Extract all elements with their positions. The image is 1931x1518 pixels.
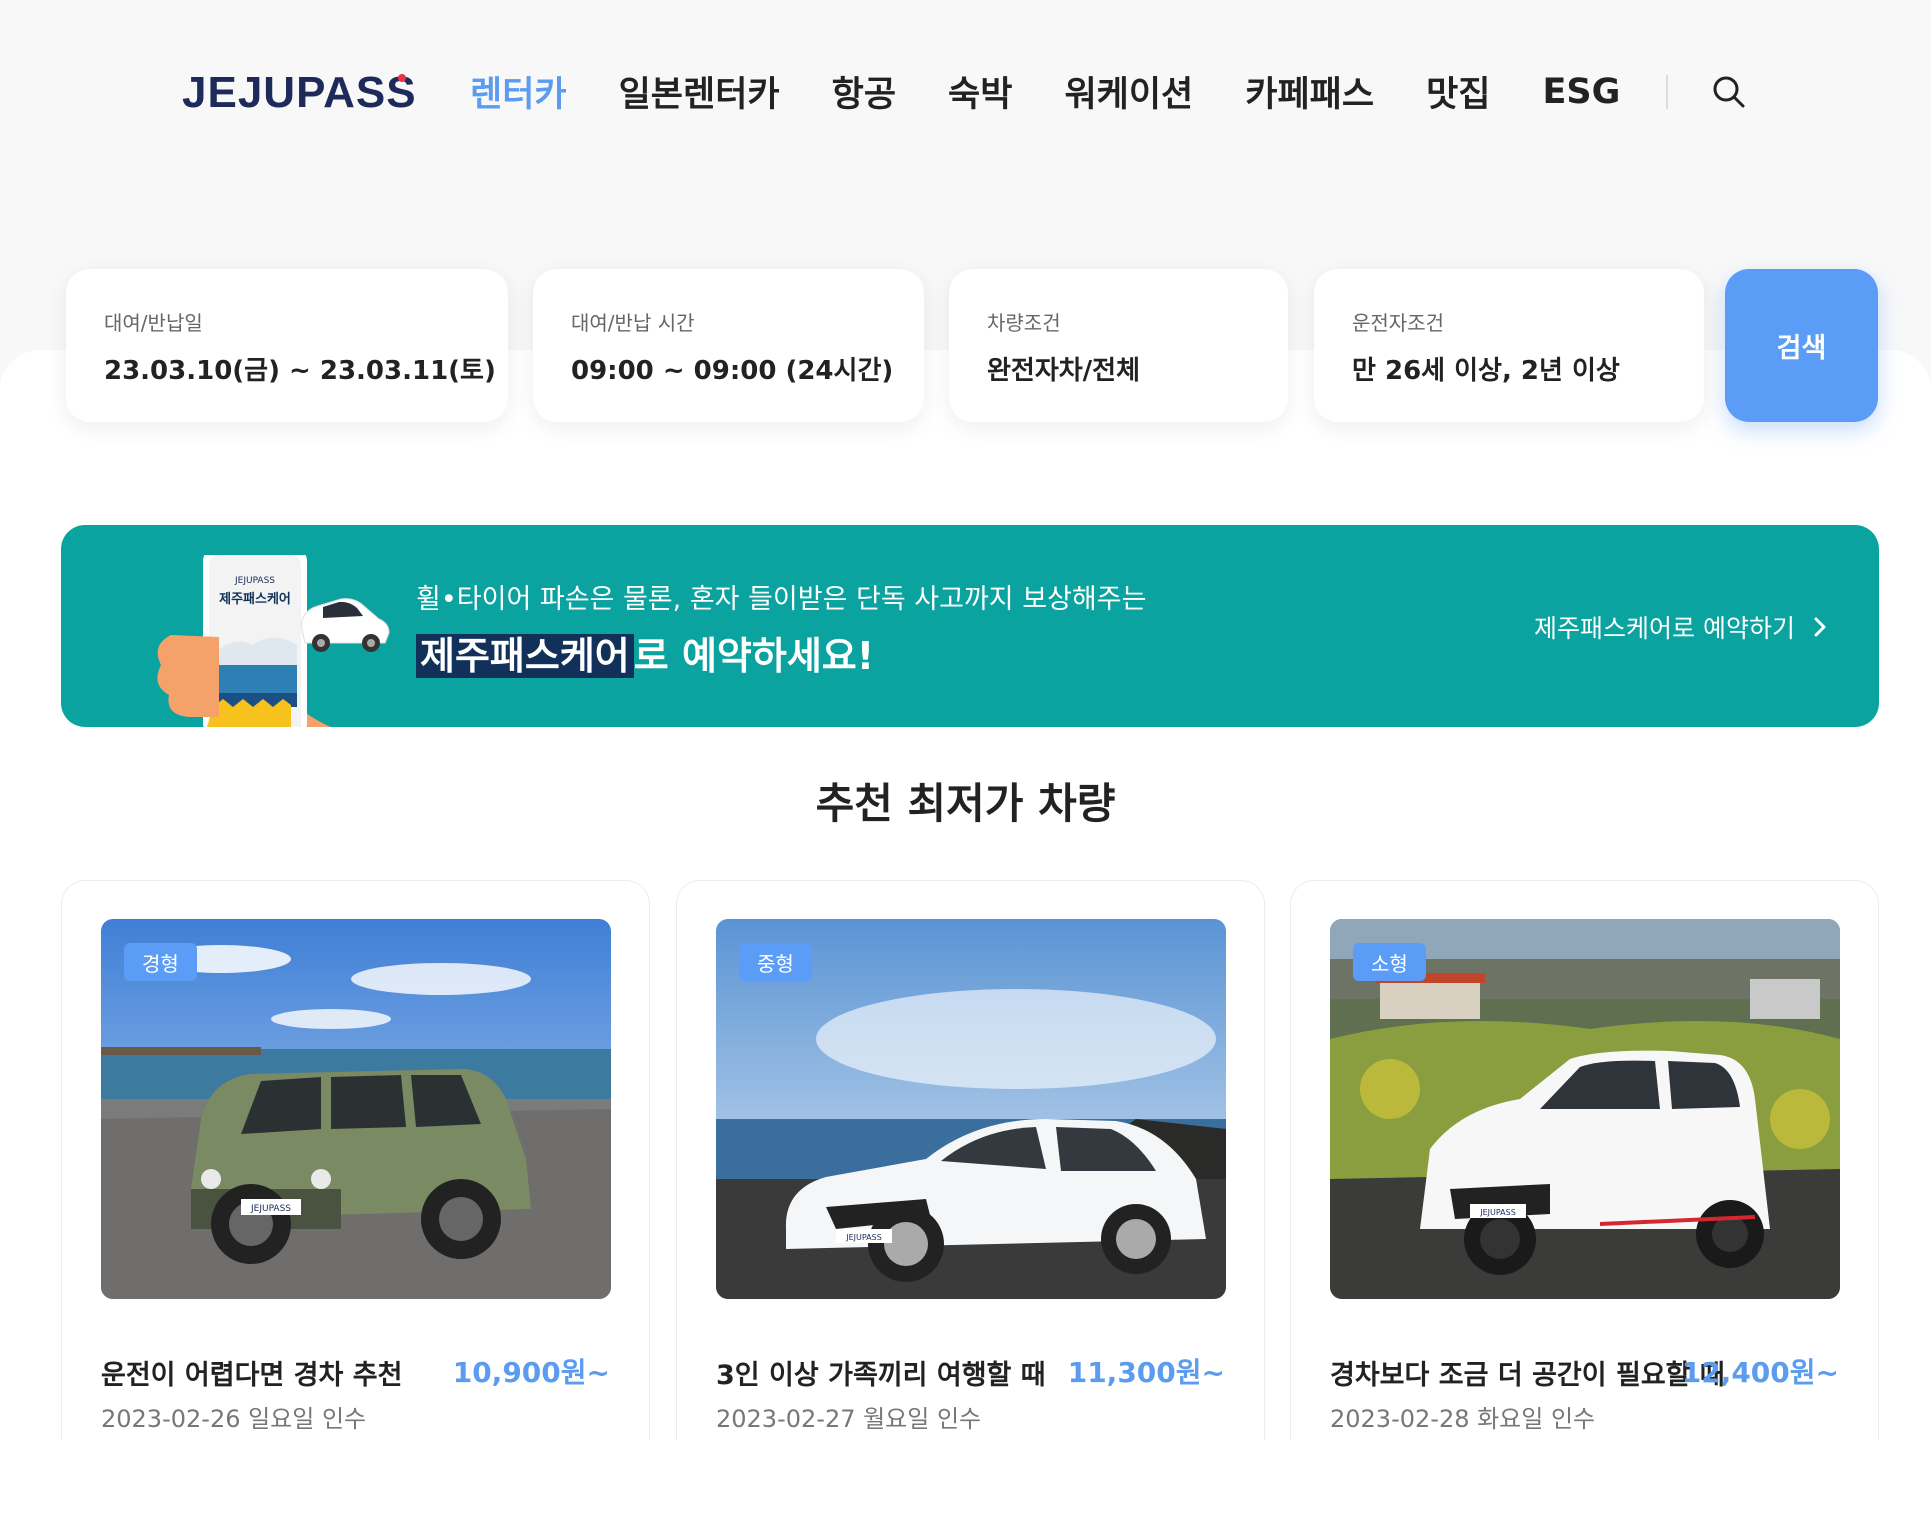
logo[interactable]: JEJUPASS <box>182 68 417 118</box>
car-card-small[interactable]: JEJUPASS 소형 경차보다 조금 더 공간이 필요할 때 12,400원~… <box>1290 880 1879 1440</box>
card-price: 12,400원~ <box>1681 1356 1839 1389</box>
car-card-midsize[interactable]: JEJUPASS 중형 3인 이상 가족끼리 여행할 때 11,300원~ 20… <box>676 880 1265 1440</box>
banner-title-rest: 로 예약하세요! <box>633 634 875 678</box>
card-title: 경차보다 조금 더 공간이 필요할 때 <box>1330 1360 1725 1391</box>
car-image: JEJUPASS 경형 <box>101 919 611 1299</box>
car-class-badge: 소형 <box>1353 943 1426 981</box>
card-date: 2023-02-27 월요일 인수 <box>716 1405 982 1433</box>
nav-item-workation[interactable]: 워케이션 <box>1064 66 1193 117</box>
field-label: 대여/반납 시간 <box>571 311 695 335</box>
card-title: 3인 이상 가족끼리 여행할 때 <box>716 1360 1046 1391</box>
car-image: JEJUPASS 중형 <box>716 919 1226 1299</box>
card-price: 10,900원~ <box>452 1356 610 1389</box>
license-plate-text: JEJUPASS <box>845 1233 882 1242</box>
phone-hand-illustration: JEJUPASS 제주패스케어 <box>111 547 391 727</box>
nav-item-japan-rentcar[interactable]: 일본렌터카 <box>619 66 780 117</box>
rental-time-field[interactable]: 대여/반납 시간 09:00 ~ 09:00 (24시간) <box>533 269 924 422</box>
banner-link-label: 제주패스케어로 예약하기 <box>1534 614 1795 643</box>
nav-item-restaurant[interactable]: 맛집 <box>1426 66 1490 117</box>
license-plate-text: JEJUPASS <box>250 1204 291 1214</box>
car-card-compact[interactable]: JEJUPASS 경형 운전이 어렵다면 경차 추천 10,900원~ 2023… <box>61 880 650 1440</box>
field-value: 23.03.10(금) ~ 23.03.11(토) <box>104 356 496 386</box>
car-class-badge: 중형 <box>739 943 812 981</box>
chevron-right-icon <box>1814 617 1826 637</box>
banner-link[interactable]: 제주패스케어로 예약하기 <box>1534 609 1827 645</box>
field-value: 완전자차/전체 <box>987 356 1141 386</box>
nav-item-cafepass[interactable]: 카페패스 <box>1245 66 1374 117</box>
phone-brand-text: JEJUPASS <box>234 576 275 586</box>
search-button[interactable]: 검색 <box>1725 269 1878 422</box>
section-title: 추천 최저가 차량 <box>815 779 1116 828</box>
vehicle-condition-field[interactable]: 차량조건 완전자차/전체 <box>949 269 1288 422</box>
main-nav: 렌터카 일본렌터카 항공 숙박 워케이션 카페패스 맛집 ESG <box>470 66 1748 117</box>
car-image: JEJUPASS 소형 <box>1330 919 1840 1299</box>
search-icon[interactable] <box>1710 73 1748 111</box>
field-label: 운전자조건 <box>1352 311 1444 335</box>
driver-condition-field[interactable]: 운전자조건 만 26세 이상, 2년 이상 <box>1314 269 1704 422</box>
nav-item-esg[interactable]: ESG <box>1542 72 1620 112</box>
nav-divider <box>1666 74 1669 109</box>
nav-item-rentcar[interactable]: 렌터카 <box>470 66 567 117</box>
card-price: 11,300원~ <box>1067 1356 1225 1389</box>
logo-dot <box>398 74 406 82</box>
field-label: 대여/반납일 <box>104 311 203 335</box>
field-value: 만 26세 이상, 2년 이상 <box>1352 356 1620 386</box>
banner-title-highlight: 제주패스케어 <box>416 634 634 678</box>
banner-title: 제주패스케어 로 예약하세요! <box>416 625 874 680</box>
banner-subtitle: 휠•타이어 파손은 물론, 혼자 들이받은 단독 사고까지 보상해주는 <box>416 584 1147 615</box>
card-title: 운전이 어렵다면 경차 추천 <box>101 1360 403 1391</box>
nav-item-flight[interactable]: 항공 <box>832 66 896 117</box>
field-value: 09:00 ~ 09:00 (24시간) <box>571 356 894 386</box>
phone-app-text: 제주패스케어 <box>219 591 291 607</box>
jejupass-care-banner[interactable]: JEJUPASS 제주패스케어 휠•타이어 파손은 물론, 혼자 들이받은 단독… <box>61 525 1879 727</box>
field-label: 차량조건 <box>987 311 1061 335</box>
card-date: 2023-02-26 일요일 인수 <box>101 1405 367 1433</box>
rental-date-field[interactable]: 대여/반납일 23.03.10(금) ~ 23.03.11(토) <box>66 269 508 422</box>
license-plate-text: JEJUPASS <box>1479 1208 1516 1217</box>
card-date: 2023-02-28 화요일 인수 <box>1330 1405 1596 1433</box>
nav-item-stay[interactable]: 숙박 <box>948 66 1012 117</box>
car-class-badge: 경형 <box>124 943 197 981</box>
header: JEJUPASS 렌터카 일본렌터카 항공 숙박 워케이션 카페패스 맛집 ES… <box>0 0 1931 180</box>
